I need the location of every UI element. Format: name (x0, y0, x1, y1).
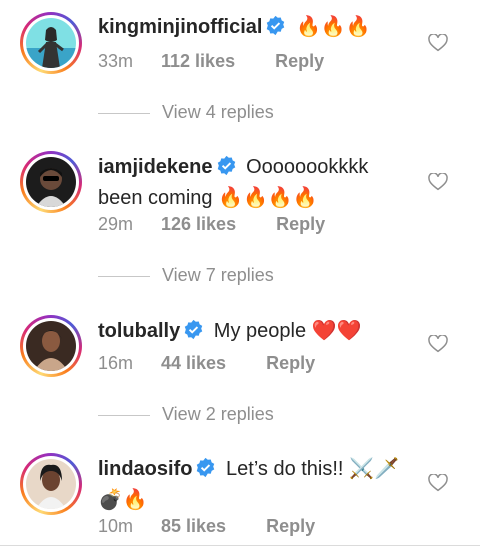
view-replies-label: View 2 replies (162, 404, 274, 424)
view-replies-button[interactable]: View 7 replies (98, 265, 274, 286)
heart-outline-icon[interactable] (428, 335, 448, 353)
avatar[interactable] (20, 12, 82, 74)
comment-time: 10m (98, 516, 134, 536)
heart-outline-icon[interactable] (428, 474, 448, 492)
comment-body: iamjidekene Oooooookkkk been coming 🔥🔥🔥🔥 (98, 152, 408, 214)
avatar[interactable] (20, 315, 82, 377)
reply-button[interactable]: Reply (275, 51, 324, 71)
verified-badge-icon (267, 15, 285, 36)
replies-divider (98, 112, 150, 114)
verified-badge-icon (184, 319, 203, 340)
verified-badge-icon (217, 155, 235, 176)
comment-meta: 10m 85 likes Reply (98, 516, 315, 537)
comment-username[interactable]: lindaosifo (98, 458, 192, 480)
heart-outline-icon[interactable] (428, 173, 448, 191)
avatar[interactable] (20, 151, 82, 213)
view-replies-button[interactable]: View 2 replies (98, 404, 274, 425)
comment-body: kingminjinofficial 🔥🔥🔥 (98, 12, 408, 43)
comment-username[interactable]: tolubally (98, 320, 180, 342)
comment-text: My people ❤️❤️ (208, 320, 362, 342)
reply-button[interactable]: Reply (266, 516, 315, 536)
comment-meta: 16m 44 likes Reply (98, 353, 315, 374)
divider (0, 545, 480, 546)
verified-badge-icon (197, 457, 215, 478)
comment-likes[interactable]: 112 likes (161, 51, 235, 71)
comment-time: 16m (98, 353, 134, 373)
comment-meta: 33m 112 likes Reply (98, 51, 324, 72)
replies-divider (98, 275, 150, 277)
reply-button[interactable]: Reply (276, 214, 325, 234)
comment-text: 🔥🔥🔥 (290, 16, 371, 38)
comment-body: lindaosifo Let’s do this!! ⚔️🗡️ 💣🔥 (98, 454, 408, 516)
view-replies-button[interactable]: View 4 replies (98, 102, 274, 123)
comments-list: kingminjinofficial 🔥🔥🔥 33m 112 likes Reply… (0, 0, 480, 550)
comment-username[interactable]: iamjidekene (98, 156, 213, 178)
comment-body: tolubally My people ❤️❤️ (98, 316, 408, 347)
avatar[interactable] (20, 453, 82, 515)
comment-likes[interactable]: 126 likes (161, 214, 236, 234)
comment-likes[interactable]: 85 likes (161, 516, 226, 536)
comment-time: 29m (98, 214, 134, 234)
reply-button[interactable]: Reply (266, 353, 315, 373)
heart-outline-icon[interactable] (428, 34, 448, 52)
comment-meta: 29m 126 likes Reply (98, 214, 325, 235)
comment-username[interactable]: kingminjinofficial (98, 16, 262, 38)
comment-time: 33m (98, 51, 134, 71)
comment-likes[interactable]: 44 likes (161, 353, 226, 373)
view-replies-label: View 7 replies (162, 265, 274, 285)
view-replies-label: View 4 replies (162, 102, 274, 122)
replies-divider (98, 414, 150, 416)
